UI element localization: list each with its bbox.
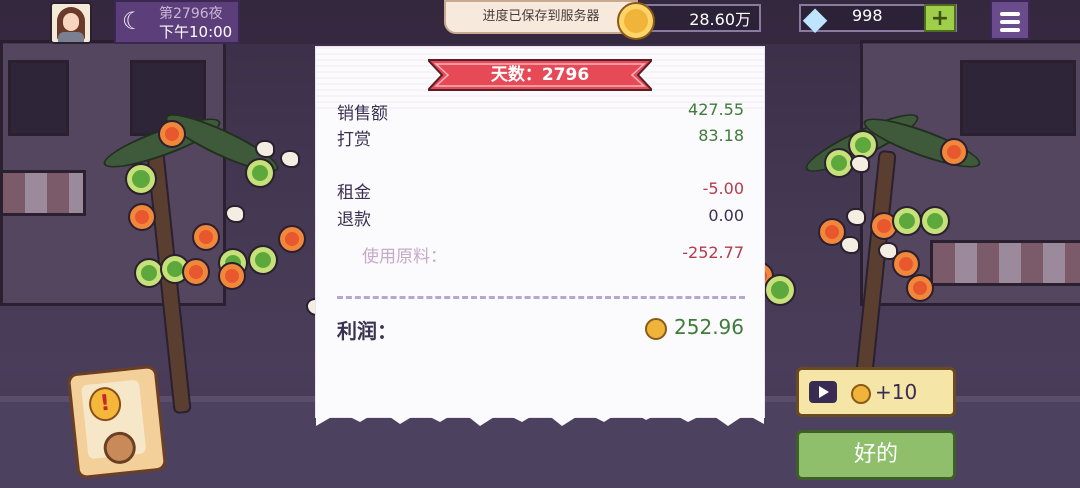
ingredients-value: -252.77 [682, 243, 744, 262]
jalapeno-slice [125, 163, 157, 195]
jalapeno-slice [248, 245, 278, 275]
gem-icon: ◆ [802, 0, 828, 37]
shop-window [8, 60, 69, 136]
ingredients-label: 使用原料： [362, 247, 447, 267]
day-label: 第2796夜 [159, 6, 223, 22]
tomato-slice [128, 203, 156, 231]
sales-label: 销售额 [337, 104, 388, 124]
cashew [846, 208, 866, 226]
tomato-slice [940, 138, 968, 166]
menu-button[interactable] [990, 0, 1030, 40]
coin-icon [645, 318, 667, 340]
tomato-slice [182, 258, 210, 286]
profit-label: 利润： [337, 319, 397, 343]
add-gems-button[interactable]: + [924, 4, 956, 32]
save-toast: 进度已保存到服务器 [444, 0, 638, 34]
cashew [280, 150, 300, 168]
sales-value: 427.55 [688, 100, 744, 119]
play-icon [809, 381, 837, 403]
profit-value: 252.96 [674, 315, 744, 339]
day-time-panel: ☾ 第2796夜 下午10:00 [114, 0, 240, 44]
tomato-slice [158, 120, 186, 148]
cashew [840, 236, 860, 254]
cashew [850, 155, 870, 173]
shop-window [960, 60, 1076, 136]
jalapeno-slice [245, 158, 275, 188]
menu-icon [1000, 12, 1020, 16]
watch-ad-button[interactable]: +10 [796, 367, 956, 417]
cashew [225, 205, 245, 223]
tomato-slice [278, 225, 306, 253]
alert-card-button[interactable]: ! [66, 364, 168, 480]
time-label: 下午10:00 [159, 23, 233, 41]
ad-reward-label: +10 [875, 380, 918, 404]
receipt-title: 天数：2796 [490, 65, 590, 85]
cashew [255, 140, 275, 158]
jalapeno-slice [920, 206, 950, 236]
refund-label: 退款 [337, 210, 371, 230]
coin-icon [617, 2, 655, 40]
jalapeno-slice [764, 274, 796, 306]
ok-button[interactable]: 好的 [796, 430, 956, 480]
tips-value: 83.18 [698, 126, 744, 145]
tomato-slice [218, 262, 246, 290]
jalapeno-slice [134, 258, 164, 288]
receipt-divider [337, 296, 745, 299]
awning [930, 240, 1080, 286]
rent-value: -5.00 [702, 179, 744, 198]
gem-count: 998 [852, 6, 883, 25]
tips-label: 打赏 [337, 130, 371, 150]
coin-icon [851, 384, 871, 404]
receipt-torn-edge [316, 400, 764, 426]
tomato-slice [906, 274, 934, 302]
tomato-slice [192, 223, 220, 251]
player-avatar[interactable] [50, 2, 92, 44]
jalapeno-slice [892, 206, 922, 236]
refund-value: 0.00 [708, 206, 744, 225]
awning [0, 170, 86, 216]
moon-icon: ☾ [122, 7, 144, 35]
rent-label: 租金 [337, 183, 371, 203]
